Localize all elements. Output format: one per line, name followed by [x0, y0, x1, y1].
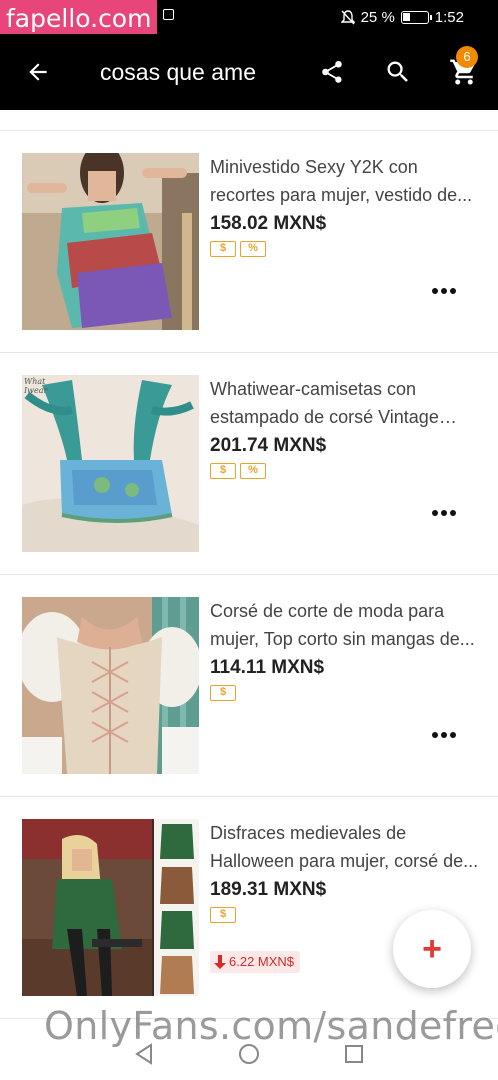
item-info: Minivestido Sexy Y2K con recortes para m…: [210, 153, 480, 257]
item-title[interactable]: Whatiwear-camisetas con estampado de cor…: [210, 375, 480, 431]
battery-icon: [400, 10, 432, 24]
wishlist-list: Minivestido Sexy Y2K con recortes para m…: [0, 110, 498, 1019]
product-image[interactable]: [22, 597, 199, 774]
watermark-top: fapello.com: [0, 0, 158, 37]
coins-tag-icon: $: [210, 241, 236, 257]
coins-tag-icon: $: [210, 907, 236, 923]
item-price: 189.31 MXN$: [210, 879, 327, 900]
more-options-button[interactable]: [426, 501, 462, 525]
list-item-partial: [0, 110, 498, 131]
coins-tag-icon: $: [210, 463, 236, 479]
item-title[interactable]: Corsé de corte de moda para mujer, Top c…: [210, 597, 480, 653]
screenshot-icon: [163, 9, 174, 20]
list-item[interactable]: Minivestido Sexy Y2K con recortes para m…: [0, 131, 498, 353]
medieval-costume-photo: [22, 819, 199, 996]
share-button[interactable]: [308, 34, 356, 110]
list-item[interactable]: Corsé de corte de moda para mujer, Top c…: [0, 575, 498, 797]
app-bar: cosas que ame: [0, 34, 498, 110]
clock: 1:52: [434, 8, 464, 26]
more-options-button[interactable]: [426, 723, 462, 747]
product-image[interactable]: What Iwear: [22, 375, 199, 552]
product-image[interactable]: [22, 153, 199, 330]
price-drop-value: 6.22 MXN$: [229, 954, 295, 969]
item-tags: $ %: [210, 463, 480, 479]
corset-top-photo: [22, 375, 199, 552]
discount-tag-icon: %: [240, 241, 266, 257]
image-brand-text: What Iwear: [24, 377, 48, 395]
nav-home-icon[interactable]: [237, 1042, 261, 1066]
bell-off-icon: [339, 9, 356, 25]
arrow-down-icon: [214, 955, 226, 969]
list-item[interactable]: What Iwear Whatiwear-camisetas con estam…: [0, 353, 498, 575]
search-icon: [387, 61, 408, 82]
item-tags: $: [210, 685, 480, 701]
nav-back-icon[interactable]: [132, 1042, 156, 1066]
add-button[interactable]: +: [393, 910, 471, 988]
search-button[interactable]: [374, 34, 422, 110]
item-price: 114.11 MXN$: [210, 657, 325, 678]
battery-percent: 25 %: [360, 8, 395, 26]
dress-photo: [22, 153, 199, 330]
status-right: 25 % 1:52: [339, 0, 464, 34]
share-icon: [322, 61, 342, 83]
back-button[interactable]: [14, 34, 62, 110]
price-drop-badge: 6.22 MXN$: [210, 951, 301, 973]
item-info: Whatiwear-camisetas con estampado de cor…: [210, 375, 480, 479]
more-options-button[interactable]: [426, 279, 462, 303]
page-title: cosas que ame: [100, 59, 256, 85]
corset-photo: [22, 597, 199, 774]
item-price: 201.74 MXN$: [210, 435, 327, 456]
discount-tag-icon: %: [240, 463, 266, 479]
item-title[interactable]: Minivestido Sexy Y2K con recortes para m…: [210, 153, 480, 209]
status-bar: fapello.com 25 % 1:52: [0, 0, 498, 37]
item-info: Corsé de corte de moda para mujer, Top c…: [210, 597, 480, 701]
nav-recents-icon[interactable]: [342, 1042, 366, 1066]
cart-count-badge: 6: [456, 46, 478, 68]
back-arrow-icon: [29, 63, 47, 81]
coins-tag-icon: $: [210, 685, 236, 701]
item-tags: $ %: [210, 241, 480, 257]
item-title[interactable]: Disfraces medievales de Halloween para m…: [210, 819, 480, 875]
product-image[interactable]: [22, 819, 199, 996]
plus-icon: +: [422, 930, 442, 968]
item-price: 158.02 MXN$: [210, 213, 327, 234]
item-info: Disfraces medievales de Halloween para m…: [210, 819, 480, 923]
system-nav-bar: [0, 1028, 498, 1080]
